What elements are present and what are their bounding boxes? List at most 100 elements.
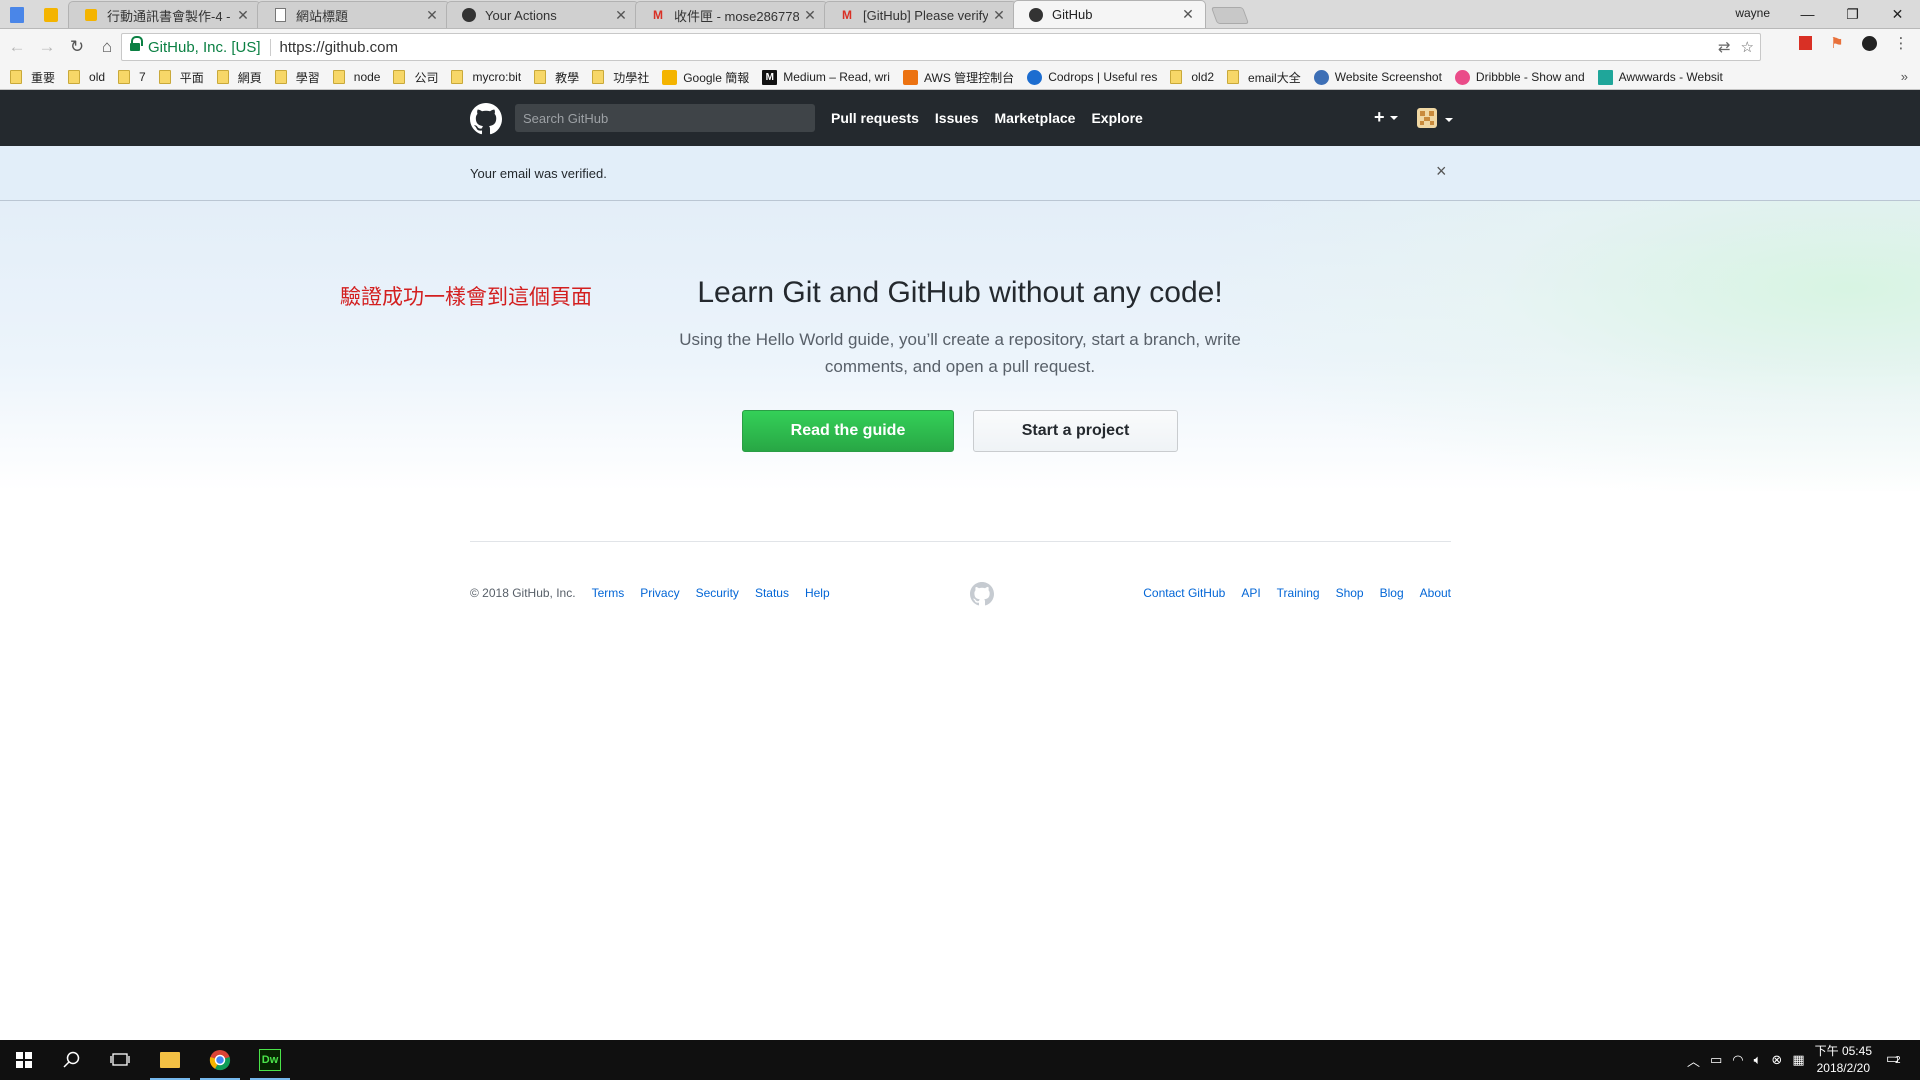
close-icon[interactable]: × (1436, 161, 1447, 182)
aws-icon (902, 69, 918, 85)
reload-icon[interactable]: ↻ (64, 34, 90, 60)
clock[interactable]: 下午 05:45 2018/2/20 (1815, 1043, 1872, 1077)
pinned-tab-docs[interactable] (0, 2, 34, 28)
chevron-double-right-icon[interactable]: » (1901, 69, 1908, 84)
bookmark-folder[interactable]: email大全 (1227, 69, 1301, 86)
bookmark-codrops[interactable]: Codrops | Useful res (1027, 69, 1157, 85)
bookmark-folder[interactable]: mycro:bit (451, 70, 521, 84)
bookmark-dribbble[interactable]: Dribbble - Show and (1454, 69, 1585, 85)
footer-link-contact[interactable]: Contact GitHub (1143, 586, 1225, 600)
bookmark-folder[interactable]: node (332, 70, 380, 84)
nav-issues[interactable]: Issues (935, 110, 979, 126)
close-window-icon[interactable]: ✕ (1875, 0, 1920, 28)
wifi-icon[interactable]: ◠ (1732, 1052, 1743, 1068)
bookmark-aws[interactable]: AWS 管理控制台 (902, 69, 1014, 86)
google-slides-icon (44, 8, 58, 22)
flag-extension-icon[interactable]: ⚑ (1828, 34, 1846, 52)
volume-icon[interactable]: 🔈︎ (1754, 1052, 1762, 1068)
home-icon[interactable]: ⌂ (94, 34, 120, 60)
bookmark-folder[interactable]: 功學社 (592, 69, 649, 86)
bookmark-awwwards[interactable]: Awwwards - Websit (1597, 69, 1723, 85)
task-view-icon[interactable] (96, 1040, 144, 1080)
bookmark-folder[interactable]: 網頁 (216, 69, 262, 86)
close-icon[interactable]: ✕ (992, 7, 1006, 24)
create-new-button[interactable]: + (1374, 107, 1398, 128)
github-logo-icon[interactable] (470, 103, 502, 135)
tab-your-actions[interactable]: Your Actions ✕ (446, 1, 639, 28)
footer-link-security[interactable]: Security (696, 586, 739, 600)
minimize-icon[interactable]: — (1785, 0, 1830, 28)
footer-right: Contact GitHub API Training Shop Blog Ab… (1143, 586, 1451, 600)
avatar[interactable] (1417, 108, 1437, 128)
notification-center-icon[interactable]: ▭ 2 (1886, 1050, 1908, 1070)
close-icon[interactable]: ✕ (803, 7, 817, 24)
keyboard-icon[interactable]: ▦ (1792, 1052, 1804, 1068)
tab-slides-document[interactable]: 行動通訊書會製作-4 - G ✕ (68, 1, 261, 28)
folder-icon (68, 70, 81, 84)
bookmark-folder[interactable]: old (68, 70, 105, 84)
start-project-button[interactable]: Start a project (973, 410, 1178, 452)
file-explorer-icon[interactable] (146, 1040, 194, 1080)
back-icon[interactable]: ← (4, 34, 30, 60)
nav-marketplace[interactable]: Marketplace (995, 110, 1076, 126)
forward-icon[interactable]: → (34, 34, 60, 60)
close-icon[interactable]: ✕ (1181, 6, 1195, 23)
nav-explore[interactable]: Explore (1091, 110, 1142, 126)
bookmark-folder[interactable]: old2 (1170, 70, 1214, 84)
lock-icon[interactable] (130, 36, 143, 53)
bookmark-website-screenshot[interactable]: Website Screenshot (1313, 69, 1442, 85)
chevron-up-icon[interactable]: ︿ (1687, 1051, 1700, 1070)
security-icon[interactable]: ⊗ (1771, 1052, 1782, 1068)
chevron-down-icon[interactable] (1445, 118, 1453, 122)
bookmark-google-slides[interactable]: Google 簡報 (662, 69, 749, 86)
close-icon[interactable]: ✕ (236, 7, 250, 24)
read-guide-button[interactable]: Read the guide (742, 410, 954, 452)
nav-pull-requests[interactable]: Pull requests (831, 110, 919, 126)
pinned-tab-slides[interactable] (34, 2, 68, 28)
url-text[interactable]: https://github.com (271, 39, 398, 56)
close-icon[interactable]: ✕ (425, 7, 439, 24)
identicon-icon (1420, 111, 1434, 125)
search-icon[interactable] (48, 1040, 96, 1080)
bookmark-folder[interactable]: 教學 (534, 69, 579, 86)
tab-gmail-inbox[interactable]: M 收件匣 - mose286778@ ✕ (635, 1, 828, 28)
profile-name[interactable]: wayne (1735, 6, 1770, 20)
footer-link-training[interactable]: Training (1277, 586, 1320, 600)
close-icon[interactable]: ✕ (614, 7, 628, 24)
restore-icon[interactable]: ❐ (1830, 0, 1875, 28)
tab-github[interactable]: GitHub ✕ (1013, 0, 1206, 28)
bookmark-folder[interactable]: 重要 (10, 69, 55, 86)
translate-icon[interactable]: ⇄ (1718, 38, 1731, 56)
tab-title: [GitHub] Please verify y (863, 7, 988, 23)
tab-site-title[interactable]: 網站標題 ✕ (257, 1, 450, 28)
security-label[interactable]: GitHub, Inc. [US] (148, 38, 271, 56)
footer-link-terms[interactable]: Terms (592, 586, 625, 600)
github-mark-icon[interactable] (970, 582, 994, 606)
github-extension-icon[interactable] (1860, 34, 1878, 52)
bookmark-folder[interactable]: 學習 (274, 69, 320, 86)
footer-link-about[interactable]: About (1420, 586, 1451, 600)
tab-gmail-verify[interactable]: M [GitHub] Please verify y ✕ (824, 1, 1017, 28)
footer-link-status[interactable]: Status (755, 586, 789, 600)
pdf-extension-icon[interactable] (1796, 34, 1814, 52)
search-input[interactable] (515, 104, 815, 132)
windows-start-icon[interactable] (0, 1040, 48, 1080)
footer-link-api[interactable]: API (1241, 586, 1260, 600)
footer-link-blog[interactable]: Blog (1380, 586, 1404, 600)
footer-link-help[interactable]: Help (805, 586, 830, 600)
battery-icon[interactable]: ▭ (1710, 1052, 1722, 1068)
new-tab-button[interactable] (1210, 7, 1250, 24)
footer-link-privacy[interactable]: Privacy (640, 586, 679, 600)
bookmark-folder[interactable]: 公司 (393, 69, 438, 86)
gmail-icon: M (653, 8, 663, 22)
dreamweaver-icon[interactable]: Dw (246, 1040, 294, 1080)
address-bar[interactable]: GitHub, Inc. [US] https://github.com ⇄ ☆ (121, 33, 1761, 61)
footer-link-shop[interactable]: Shop (1336, 586, 1364, 600)
bookmark-folder[interactable]: 7 (118, 70, 146, 84)
menu-icon[interactable]: ⋮ (1892, 34, 1910, 52)
chrome-icon[interactable] (196, 1040, 244, 1080)
bookmark-medium[interactable]: M Medium – Read, wri (762, 69, 890, 85)
star-icon[interactable]: ☆ (1741, 38, 1754, 56)
main-nav: Pull requests Issues Marketplace Explore (831, 90, 1143, 146)
bookmark-folder[interactable]: 平面 (158, 69, 204, 86)
